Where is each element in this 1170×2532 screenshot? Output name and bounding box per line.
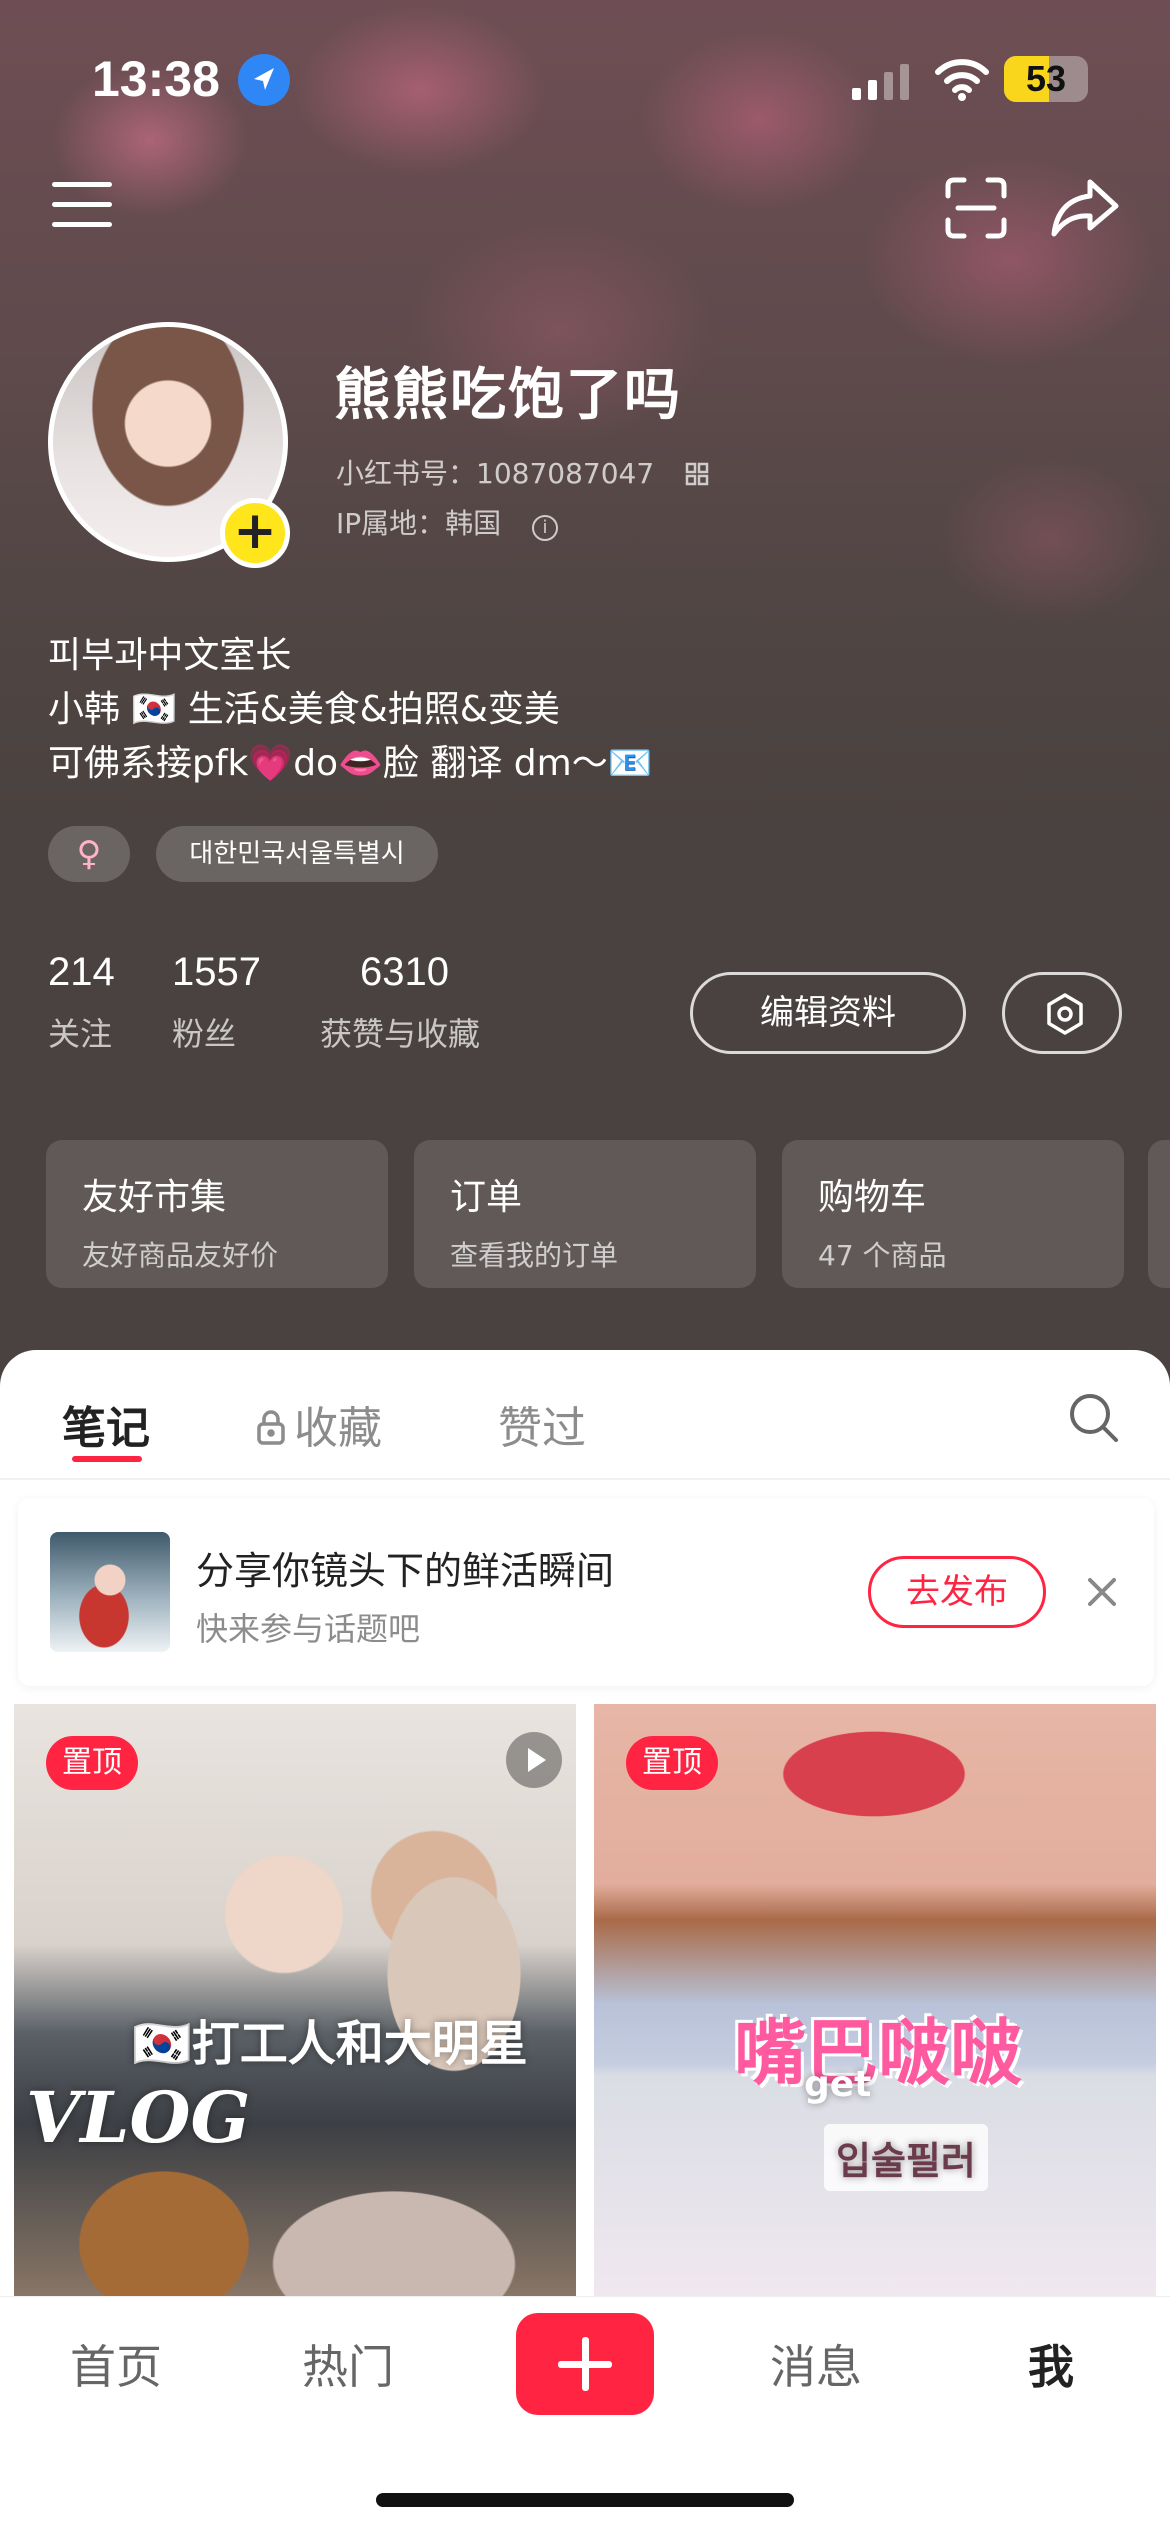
red-id-row: 小红书号：1087087047 bbox=[336, 452, 709, 492]
tabbar-hot[interactable]: 热门 bbox=[302, 2331, 394, 2397]
avatar-add-icon[interactable]: + bbox=[220, 498, 290, 568]
stat-following[interactable]: 214 关注 bbox=[48, 950, 115, 1055]
info-icon[interactable]: i bbox=[532, 515, 559, 541]
content-tabs: 笔记 收藏 赞过 bbox=[0, 1350, 1170, 1480]
gear-icon bbox=[1047, 993, 1083, 1035]
promo-title: 分享你镜头下的鲜活瞬间 bbox=[196, 1549, 615, 1593]
note-cover-text: VLOG bbox=[26, 2076, 251, 2159]
pinned-badge: 置顶 bbox=[46, 1736, 138, 1790]
stat-followers[interactable]: 1557 粉丝 bbox=[172, 950, 261, 1055]
stat-followers-count: 1557 bbox=[172, 950, 261, 994]
note-cover-text: 입술필러 bbox=[824, 2124, 988, 2191]
battery-icon: 53 bbox=[1004, 56, 1088, 102]
create-post-button[interactable] bbox=[516, 2313, 654, 2415]
promo-subtitle: 快来参与话题吧 bbox=[196, 1610, 421, 1648]
stat-followers-label: 粉丝 bbox=[172, 1015, 237, 1053]
note-cover-text: 嘴巴啵啵 bbox=[734, 2011, 1023, 2095]
ip-location: IP属地：韩国 bbox=[336, 507, 502, 540]
stat-following-count: 214 bbox=[48, 950, 115, 994]
service-card-cart[interactable]: 购物车 47 个商品 bbox=[782, 1140, 1124, 1288]
tabbar-messages[interactable]: 消息 bbox=[770, 2331, 862, 2397]
location-tag: 대한민국서울특별시 bbox=[156, 826, 438, 882]
tab-liked[interactable]: 赞过 bbox=[498, 1392, 586, 1456]
publish-button[interactable]: 去发布 bbox=[868, 1556, 1046, 1628]
service-card-title: 购物车 bbox=[818, 1177, 927, 1218]
pinned-badge: 置顶 bbox=[626, 1736, 718, 1790]
stat-likes[interactable]: 6310 获赞与收藏 bbox=[320, 950, 480, 1055]
settings-button[interactable] bbox=[1002, 972, 1122, 1054]
tab-active-indicator bbox=[72, 1456, 142, 1462]
note-card[interactable]: 置顶 🇰🇷打工人和大明星 VLOG bbox=[14, 1704, 576, 2304]
gender-tag: ♀ bbox=[48, 826, 130, 882]
ip-location-row: IP属地：韩国 i bbox=[336, 502, 559, 542]
tab-collections[interactable]: 收藏 bbox=[256, 1392, 382, 1456]
note-card[interactable]: 置顶 嘴巴啵啵 get 입술필러 bbox=[594, 1704, 1156, 2304]
scan-icon[interactable] bbox=[944, 176, 1008, 240]
home-indicator bbox=[376, 2493, 794, 2507]
video-play-icon bbox=[506, 1732, 562, 1788]
battery-level: 53 bbox=[1025, 58, 1067, 99]
service-card-title: 订单 bbox=[450, 1177, 523, 1218]
cellular-signal-icon bbox=[850, 62, 914, 106]
tabbar-me[interactable]: 我 bbox=[1028, 2331, 1074, 2397]
stat-following-label: 关注 bbox=[48, 1015, 113, 1053]
lock-icon bbox=[256, 1405, 286, 1445]
note-cover-text: get bbox=[804, 2064, 872, 2105]
nickname: 熊熊吃饱了吗 bbox=[334, 363, 682, 428]
service-card-subtitle: 查看我的订单 bbox=[450, 1239, 619, 1272]
promo-thumbnail bbox=[50, 1532, 170, 1652]
close-icon[interactable] bbox=[1082, 1572, 1122, 1612]
service-card-subtitle: 友好商品友好价 bbox=[82, 1239, 279, 1272]
bio-line-2: 小韩 🇰🇷 生活&美食&拍照&变美 bbox=[48, 689, 560, 730]
status-time: 13:38 bbox=[92, 51, 220, 107]
topic-promo-card[interactable]: 分享你镜头下的鲜活瞬间 快来参与话题吧 去发布 bbox=[18, 1498, 1154, 1686]
note-cover-text: 🇰🇷打工人和大明星 bbox=[132, 2016, 528, 2072]
tab-notes[interactable]: 笔记 bbox=[62, 1392, 150, 1456]
bio-line-3: 可佛系接pfk💗do👄脸 翻译 dm～📧 bbox=[48, 743, 653, 784]
service-card-market[interactable]: 友好市集 友好商品友好价 bbox=[46, 1140, 388, 1288]
share-icon[interactable] bbox=[1050, 176, 1120, 240]
bottom-tab-bar: 首页 热门 消息 我 bbox=[0, 2296, 1170, 2532]
service-card-orders[interactable]: 订单 查看我的订单 bbox=[414, 1140, 756, 1288]
service-card-subtitle: 47 个商品 bbox=[818, 1239, 947, 1272]
red-id: 小红书号：1087087047 bbox=[336, 457, 655, 490]
qrcode-icon[interactable] bbox=[685, 460, 709, 486]
tabbar-home[interactable]: 首页 bbox=[70, 2331, 162, 2397]
service-card-title: 友好市集 bbox=[82, 1177, 227, 1218]
stat-likes-label: 获赞与收藏 bbox=[320, 1015, 481, 1053]
service-card-more[interactable] bbox=[1148, 1140, 1170, 1288]
profile-header: 13:38 53 + 熊熊吃饱了吗 小红书号：1087087047 IP属地：韩… bbox=[0, 0, 1170, 1400]
menu-icon[interactable] bbox=[52, 180, 112, 230]
wifi-icon bbox=[934, 58, 990, 106]
tab-collections-label: 收藏 bbox=[294, 1403, 382, 1454]
edit-profile-button[interactable]: 编辑资料 bbox=[690, 972, 966, 1054]
stat-likes-count: 6310 bbox=[360, 950, 449, 994]
status-bar: 13:38 53 bbox=[0, 44, 1170, 114]
search-icon[interactable] bbox=[1064, 1388, 1124, 1448]
location-arrow-icon bbox=[238, 54, 290, 106]
bio-line-1: 피부과中文室长 bbox=[48, 635, 292, 676]
